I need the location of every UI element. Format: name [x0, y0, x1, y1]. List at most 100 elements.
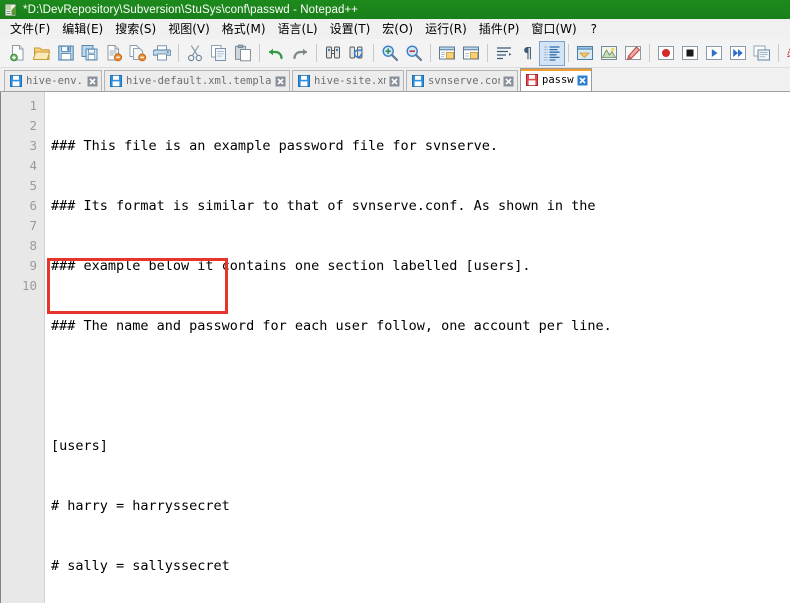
line-number-gutter: 1 2 3 4 5 6 7 8 9 10: [1, 92, 45, 603]
close-all-files-icon[interactable]: [126, 42, 150, 65]
toolbar-separator: [649, 44, 650, 62]
toolbar-separator: [259, 44, 260, 62]
saved-file-icon: [110, 75, 122, 87]
tab-svnserve-conf[interactable]: svnserve.conf: [406, 70, 518, 91]
line-number: 3: [29, 138, 37, 153]
saved-file-icon: [412, 75, 424, 87]
tab-close-icon[interactable]: [389, 76, 400, 87]
new-file-icon[interactable]: [6, 42, 30, 65]
save-macro-icon[interactable]: [750, 42, 774, 65]
menu-format[interactable]: 格式(M): [216, 18, 272, 39]
modified-file-icon: [526, 74, 538, 86]
tab-label: passwd: [542, 74, 574, 86]
menu-macro[interactable]: 宏(O): [376, 18, 419, 39]
editor-area[interactable]: 1 2 3 4 5 6 7 8 9 10 ### This file is an…: [0, 92, 790, 603]
menu-view[interactable]: 视图(V): [162, 18, 216, 39]
toolbar-separator: [568, 44, 569, 62]
tab-label: hive-env.sh: [26, 75, 84, 87]
menu-edit[interactable]: 编辑(E): [56, 18, 109, 39]
line-number: 6: [29, 198, 37, 213]
toolbar-separator: [430, 44, 431, 62]
svg-text:¶: ¶: [523, 44, 533, 62]
code-line[interactable]: ### The name and password for each user …: [45, 316, 790, 336]
replace-icon[interactable]: [345, 42, 369, 65]
code-line[interactable]: # sally = sallyssecret: [45, 556, 790, 576]
redo-icon[interactable]: [288, 42, 312, 65]
save-all-icon[interactable]: [78, 42, 102, 65]
print-icon[interactable]: [150, 42, 174, 65]
user-defined-dialog-icon[interactable]: [573, 42, 597, 65]
tab-hive-site-xml[interactable]: hive-site.xml: [292, 70, 404, 91]
menu-search[interactable]: 搜索(S): [109, 18, 162, 39]
line-number: 4: [29, 158, 37, 173]
close-file-icon[interactable]: [102, 42, 126, 65]
toolbar-separator: [778, 44, 779, 62]
toolbar-separator: [487, 44, 488, 62]
cut-icon[interactable]: [183, 42, 207, 65]
word-wrap-icon[interactable]: [492, 42, 516, 65]
saved-file-icon: [298, 75, 310, 87]
toolbar-separator: [316, 44, 317, 62]
spell-check-icon[interactable]: ABC: [783, 42, 790, 65]
code-line[interactable]: # harry = harryssecret: [45, 496, 790, 516]
tab-label: svnserve.conf: [428, 75, 500, 87]
show-all-chars-icon[interactable]: ¶: [516, 42, 540, 65]
document-map-icon[interactable]: [597, 42, 621, 65]
menu-plugins[interactable]: 插件(P): [473, 18, 526, 39]
menu-help[interactable]: ?: [583, 20, 605, 38]
tab-hive-default-xml-template[interactable]: hive-default.xml.template: [104, 70, 290, 91]
find-icon[interactable]: [321, 42, 345, 65]
line-number: 9: [29, 258, 37, 273]
menu-window[interactable]: 窗口(W): [525, 18, 582, 39]
code-line[interactable]: [users]: [45, 436, 790, 456]
menu-settings[interactable]: 设置(T): [324, 18, 377, 39]
paste-icon[interactable]: [231, 42, 255, 65]
tab-close-icon[interactable]: [275, 76, 286, 87]
line-number: 10: [21, 278, 37, 293]
tab-label: hive-site.xml: [314, 75, 386, 87]
code-line[interactable]: [45, 376, 790, 396]
line-number: 1: [29, 98, 37, 113]
zoom-in-icon[interactable]: [378, 42, 402, 65]
tab-bar: hive-env.sh hive-default.xml.template: [0, 68, 790, 92]
copy-icon[interactable]: [207, 42, 231, 65]
notepad-plus-plus-icon: [4, 3, 18, 17]
toolbar: ¶: [0, 39, 790, 68]
window-title: *D:\DevRepository\Subversion\StuSys\conf…: [23, 3, 359, 16]
record-macro-icon[interactable]: [654, 42, 678, 65]
tab-close-icon[interactable]: [503, 76, 514, 87]
sync-vertical-scroll-icon[interactable]: [435, 42, 459, 65]
code-line[interactable]: ### Its format is similar to that of svn…: [45, 196, 790, 216]
sync-horizontal-scroll-icon[interactable]: [459, 42, 483, 65]
saved-file-icon: [10, 75, 22, 87]
tab-label: hive-default.xml.template: [126, 75, 272, 87]
toolbar-separator: [373, 44, 374, 62]
menu-bar: 文件(F) 编辑(E) 搜索(S) 视图(V) 格式(M) 语言(L) 设置(T…: [0, 19, 790, 39]
tab-close-icon[interactable]: [577, 75, 588, 86]
title-bar: *D:\DevRepository\Subversion\StuSys\conf…: [0, 0, 790, 19]
zoom-out-icon[interactable]: [402, 42, 426, 65]
function-list-icon[interactable]: [621, 42, 645, 65]
tab-close-icon[interactable]: [87, 76, 98, 87]
tab-passwd[interactable]: passwd: [520, 68, 592, 91]
code-line[interactable]: ### This file is an example password fil…: [45, 136, 790, 156]
undo-icon[interactable]: [264, 42, 288, 65]
code-text-area[interactable]: ### This file is an example password fil…: [45, 92, 790, 603]
menu-language[interactable]: 语言(L): [272, 18, 324, 39]
play-macro-icon[interactable]: [702, 42, 726, 65]
line-number: 8: [29, 238, 37, 253]
tab-hive-env-sh[interactable]: hive-env.sh: [4, 70, 102, 91]
stop-macro-icon[interactable]: [678, 42, 702, 65]
line-number: 2: [29, 118, 37, 133]
run-macro-multiple-icon[interactable]: [726, 42, 750, 65]
toolbar-separator: [178, 44, 179, 62]
menu-file[interactable]: 文件(F): [4, 18, 56, 39]
code-line[interactable]: ### example below it contains one sectio…: [45, 256, 790, 276]
open-file-icon[interactable]: [30, 42, 54, 65]
save-icon[interactable]: [54, 42, 78, 65]
line-number: 5: [29, 178, 37, 193]
line-number: 7: [29, 218, 37, 233]
indent-guide-icon[interactable]: [539, 40, 565, 66]
notepadpp-window: *D:\DevRepository\Subversion\StuSys\conf…: [0, 0, 790, 603]
menu-run[interactable]: 运行(R): [419, 18, 473, 39]
